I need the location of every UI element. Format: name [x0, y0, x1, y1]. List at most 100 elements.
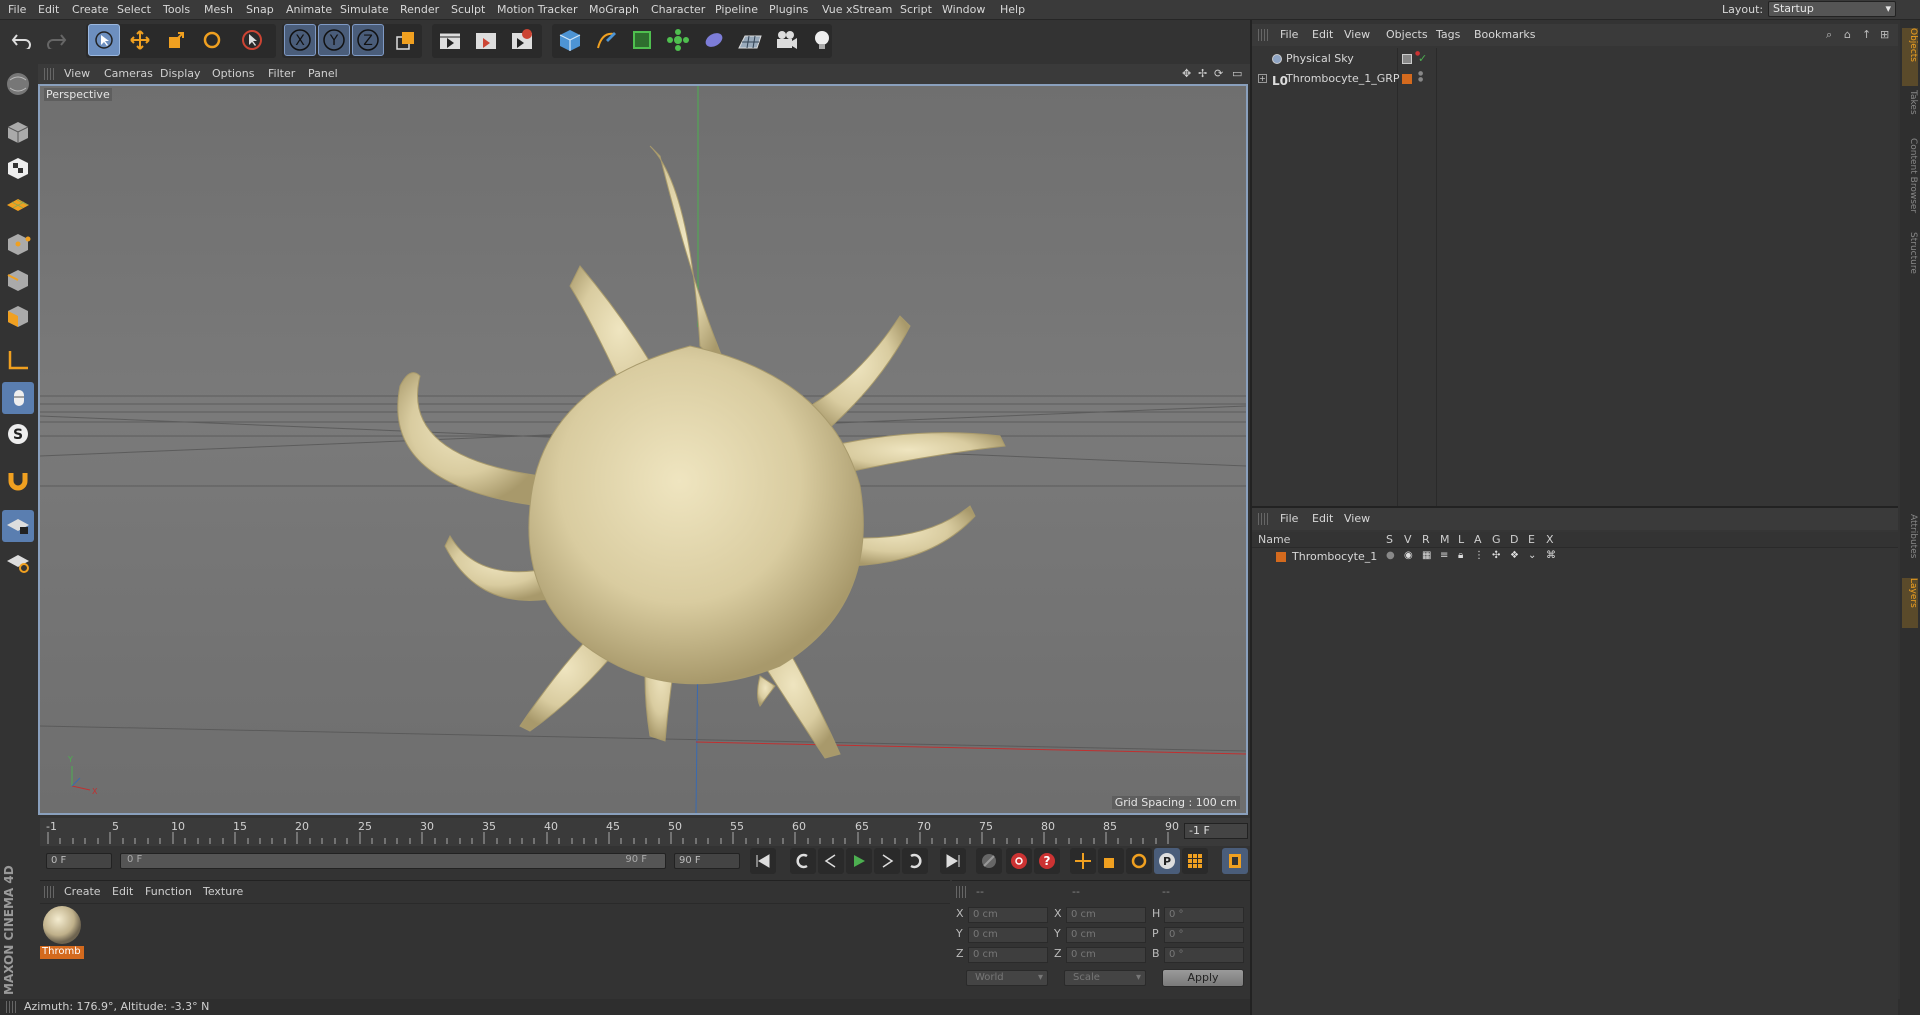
manager-icon[interactable]: ≡ [1440, 550, 1448, 561]
column-manager[interactable]: M [1440, 533, 1450, 546]
key-move-icon[interactable] [1070, 848, 1096, 874]
cloner-button[interactable] [662, 24, 694, 56]
position-x-field[interactable]: 0 cm [968, 907, 1048, 923]
redo-button[interactable] [40, 24, 72, 56]
column-visible[interactable]: V [1404, 533, 1412, 546]
scale-tool-button[interactable] [160, 24, 192, 56]
layer-row[interactable]: Thrombocyte_1 ● ◉ ▦ ≡ 🔒︎ ⋮ ✣ ❖ ⌄ ⌘ [1252, 548, 1898, 566]
menu-pipeline[interactable]: Pipeline [715, 3, 758, 16]
render-view-button[interactable] [434, 24, 466, 56]
autokey-help-icon[interactable]: ? [1034, 848, 1060, 874]
menu-script[interactable]: Script [900, 3, 932, 16]
record-keys-disabled-icon[interactable] [976, 848, 1002, 874]
menu-render[interactable]: Render [400, 3, 439, 16]
menu-tools[interactable]: Tools [163, 3, 190, 16]
menu-simulate[interactable]: Simulate [340, 3, 389, 16]
layer-menu-file[interactable]: File [1280, 512, 1298, 525]
position-y-field[interactable]: 0 cm [968, 927, 1048, 943]
scale-select[interactable]: Scale ▾ [1064, 970, 1146, 986]
menu-mesh[interactable]: Mesh [204, 3, 233, 16]
timeline-ruler[interactable]: -1 5 10 15 20 25 30 35 40 45 50 55 60 65… [40, 818, 1250, 846]
render-dot-icon[interactable]: ● [1418, 76, 1423, 83]
key-parameter-icon[interactable]: P [1154, 848, 1180, 874]
model-mode-icon[interactable] [2, 116, 34, 148]
frame-range-slider[interactable]: 0 F 90 F [120, 853, 666, 869]
render-picture-viewer-button[interactable] [470, 24, 502, 56]
planar-workplane-icon[interactable] [2, 546, 34, 578]
panel-grip-icon[interactable] [1258, 29, 1268, 41]
move-tool-button[interactable] [124, 24, 156, 56]
panel-grip-icon[interactable] [44, 886, 54, 898]
deformer-button[interactable] [698, 24, 730, 56]
world-select[interactable]: World ▾ [966, 970, 1048, 986]
go-to-start-icon[interactable] [750, 848, 776, 874]
viewport-menu-display[interactable]: Display [160, 67, 201, 80]
render-clapper-icon[interactable]: ▦ [1422, 550, 1431, 561]
viewport-move-icon[interactable]: ✥ [1182, 67, 1191, 80]
size-z-field[interactable]: 0 cm [1066, 947, 1146, 963]
edges-mode-icon[interactable] [2, 264, 34, 296]
tab-content-browser[interactable]: Content Browser [1902, 138, 1918, 228]
viewport-zoom-icon[interactable]: ✢ [1198, 67, 1207, 80]
menu-motion-tracker[interactable]: Motion Tracker [497, 3, 577, 16]
panel-grip-icon[interactable] [956, 886, 966, 898]
floor-object-button[interactable] [734, 24, 766, 56]
column-locked[interactable]: L [1458, 533, 1464, 546]
undo-button[interactable] [6, 24, 38, 56]
timeline-window-icon[interactable] [1222, 848, 1248, 874]
rotate-tool-button[interactable] [196, 24, 228, 56]
coordinate-system-button[interactable] [390, 24, 422, 56]
tab-structure[interactable]: Structure [1902, 232, 1918, 288]
cube-object-button[interactable] [554, 24, 586, 56]
panel-grip-icon[interactable] [6, 1001, 16, 1013]
solo-dot-icon[interactable]: ● [1386, 550, 1395, 561]
menu-select[interactable]: Select [117, 3, 151, 16]
home-icon[interactable]: ⌂ [1844, 28, 1851, 41]
object-row-thrombocyte-grp[interactable]: + L0 Thrombocyte_1_GRP [1258, 70, 1400, 88]
sky-tag-icon[interactable] [1402, 54, 1412, 64]
key-rotate-icon[interactable] [1126, 848, 1152, 874]
make-editable-icon[interactable] [2, 68, 34, 100]
material-swatch[interactable]: Thromb [40, 904, 84, 960]
points-mode-icon[interactable] [2, 228, 34, 260]
apply-button[interactable]: Apply [1162, 969, 1244, 987]
rotation-h-field[interactable]: 0 ° [1164, 907, 1244, 923]
menu-file[interactable]: File [8, 3, 26, 16]
expand-icon[interactable]: + [1258, 74, 1267, 83]
snap-magnet-icon[interactable] [2, 464, 34, 496]
layer-menu-edit[interactable]: Edit [1312, 512, 1333, 525]
light-object-button[interactable] [806, 24, 838, 56]
tab-attributes[interactable]: Attributes [1902, 514, 1918, 574]
material-menu-texture[interactable]: Texture [203, 885, 243, 898]
menu-vue-xstream[interactable]: Vue xStream [822, 3, 892, 16]
start-frame-field[interactable]: 0 F [46, 853, 112, 869]
key-scale-icon[interactable] [1098, 848, 1124, 874]
next-frame-icon[interactable] [874, 848, 900, 874]
animation-icon[interactable]: ⋮ [1474, 550, 1484, 561]
object-menu-file[interactable]: File [1280, 28, 1298, 41]
new-view-icon[interactable]: ⊞ [1880, 28, 1889, 41]
tweak-mode-icon[interactable] [2, 382, 34, 414]
viewport-rotate-icon[interactable]: ⟳ [1214, 67, 1223, 80]
menu-edit[interactable]: Edit [38, 3, 59, 16]
live-selection-button[interactable] [88, 24, 120, 56]
menu-character[interactable]: Character [651, 3, 705, 16]
viewport-menu-filter[interactable]: Filter [268, 67, 295, 80]
position-z-field[interactable]: 0 cm [968, 947, 1048, 963]
menu-help[interactable]: Help [1000, 3, 1025, 16]
layer-menu-view[interactable]: View [1344, 512, 1370, 525]
column-xrefs[interactable]: X [1546, 533, 1554, 546]
render-settings-button[interactable] [506, 24, 538, 56]
lock-workplane-icon[interactable] [2, 510, 34, 542]
perspective-viewport[interactable]: Y X Perspective Grid Spacing : 100 cm [38, 84, 1248, 815]
texture-mode-icon[interactable] [2, 152, 34, 184]
x-axis-lock-button[interactable]: X [284, 24, 316, 56]
viewport-menu-panel[interactable]: Panel [308, 67, 338, 80]
play-icon[interactable] [846, 848, 872, 874]
viewport-menu-view[interactable]: View [64, 67, 90, 80]
visibility-dot-icon[interactable]: ● [1415, 50, 1420, 57]
menu-window[interactable]: Window [942, 3, 985, 16]
column-name[interactable]: Name [1258, 533, 1290, 546]
search-icon[interactable]: ⌕ [1826, 28, 1832, 42]
visible-eye-icon[interactable]: ◉ [1404, 550, 1413, 561]
